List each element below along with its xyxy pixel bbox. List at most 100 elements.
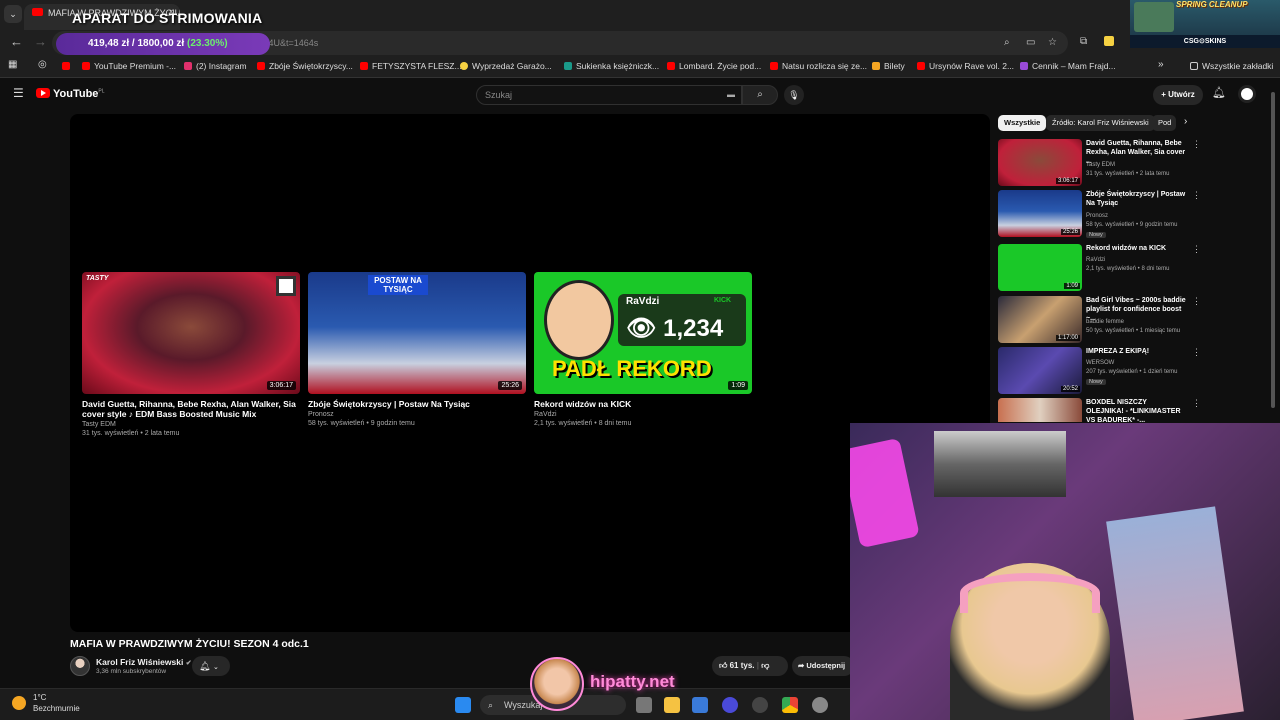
settings-gear-icon[interactable]	[812, 697, 828, 713]
related-title: Zbóje Świętokrzyscy | Postaw Na Tysiąc	[1086, 191, 1186, 207]
more-options-icon[interactable]: ⋮	[1192, 139, 1201, 150]
keyboard-icon[interactable]: ▬	[727, 86, 735, 104]
more-bookmarks-chevron-icon[interactable]: »	[1158, 59, 1164, 70]
endscreen-title: David Guetta, Rihanna, Bebe Rexha, Alan …	[82, 399, 296, 419]
related-video[interactable]: 1:09 Rekord widzów na KICK RaVdzi 2,1 ty…	[998, 244, 1208, 292]
related-video[interactable]: 3:06:17 David Guetta, Rihanna, Bebe Rexh…	[998, 139, 1208, 187]
bookmark-item[interactable]: Sukienka księżniczk...	[564, 61, 659, 71]
more-options-icon[interactable]: ⋮	[1192, 190, 1201, 201]
channel-name[interactable]: Karol Friz Wiśniewski ✔	[96, 657, 192, 667]
youtube-header: ☰ YouTubePL Szukaj ▬ ⌕ 🎙 + Utwórz 🔔︎	[0, 82, 1280, 108]
bookmark-item[interactable]: Zbóje Świętokrzyscy...	[257, 61, 353, 71]
cast-icon[interactable]: ▭	[1026, 31, 1035, 55]
related-title: Rekord widzów na KICK	[1086, 245, 1167, 252]
weather-widget[interactable]: 1°C Bezchmurnie	[12, 693, 80, 713]
endscreen-card[interactable]: RaVdzi KICK 👁︎ 1,234 PADŁ REKORD 1:09 Re…	[534, 272, 752, 427]
apps-grid-icon[interactable]: ▦	[8, 59, 17, 70]
endscreen-meta: 58 tys. wyświetleń • 9 godzin temu	[308, 420, 415, 427]
chip-next[interactable]: Pod	[1152, 115, 1176, 131]
wall-poster	[934, 431, 1066, 497]
search-button[interactable]: ⌕	[742, 85, 778, 105]
app-icon[interactable]	[722, 697, 738, 713]
bookmark-item[interactable]: Lombard. Życie pod...	[667, 61, 761, 71]
chip-all[interactable]: Wszystkie	[998, 115, 1047, 131]
thumbs-down-icon[interactable]: 👎︎	[761, 661, 769, 670]
extensions-icon[interactable]: ⧉	[1080, 36, 1087, 47]
bookmark-item[interactable]: Bilety	[872, 61, 905, 71]
notifications-bell-icon[interactable]: 🔔︎	[1212, 86, 1226, 99]
related-thumbnail: 1:09	[998, 244, 1082, 291]
donation-goal-pill: 419,48 zł / 1800,00 zł (23.30%)	[56, 33, 270, 55]
channel-avatar[interactable]	[70, 656, 90, 676]
file-explorer-icon[interactable]	[664, 697, 680, 713]
related-channel: Pronosz	[1086, 213, 1109, 219]
bookmark-item[interactable]: Ursynów Rave vol. 2...	[917, 61, 1014, 71]
bookmark-label: Bilety	[884, 61, 905, 71]
webcam-feed	[850, 423, 1280, 720]
hamburger-menu-icon[interactable]: ☰	[13, 86, 24, 100]
sponsor-artwork	[1134, 2, 1174, 32]
github-icon[interactable]: ◎	[38, 59, 47, 70]
all-bookmarks-button[interactable]: Wszystkie zakładki	[1190, 61, 1273, 71]
kick-logo-text: KICK	[714, 297, 732, 304]
windows-start-icon[interactable]	[455, 697, 471, 713]
youtube-logo[interactable]: YouTubePL	[36, 88, 105, 100]
forward-arrow-icon[interactable]: →	[34, 34, 47, 49]
chrome-icon[interactable]	[782, 697, 798, 713]
more-options-icon[interactable]: ⋮	[1192, 398, 1201, 409]
verified-badge-icon: ✔	[185, 660, 192, 667]
bookmark-item[interactable]: Cennik – Mam Frajd...	[1020, 61, 1116, 71]
bookmark-item[interactable]: Wyprzedaż Garażo...	[460, 61, 552, 71]
zoom-icon[interactable]: ⌕	[1004, 31, 1010, 55]
related-video[interactable]: 20:52 IMPREZA Z EKIPĄ! WERSOW 207 tys. w…	[998, 347, 1208, 395]
related-video[interactable]: BOXDEL NISZCZY OLEJNIKA! - *LINKIMASTER …	[998, 398, 1208, 422]
thumb-character	[544, 280, 614, 360]
bookmark-item[interactable]: (2) Instagram	[184, 61, 247, 71]
share-button[interactable]: ➦ Udostępnij	[792, 656, 854, 676]
endscreen-title: Zbóje Świętokrzyscy | Postaw Na Tysiąc	[308, 399, 470, 409]
endscreen-card[interactable]: POSTAW NA TYSIĄC 25:26 Zbóje Świętokrzys…	[308, 272, 526, 427]
account-avatar[interactable]	[1238, 85, 1256, 103]
thumb-viewer-count: 👁︎ 1,234	[626, 315, 724, 342]
duration-badge: 1:09	[728, 381, 748, 390]
bookmark-item[interactable]: YouTube Premium -...	[82, 61, 176, 71]
voice-search-button[interactable]: 🎙	[784, 85, 804, 105]
search-input[interactable]: Szukaj ▬	[476, 85, 742, 105]
bookmark-label: Natsu rozlicza się ze...	[782, 61, 868, 71]
bookmark-label: Cennik – Mam Frajd...	[1032, 61, 1116, 71]
back-arrow-icon[interactable]: ←	[10, 34, 23, 49]
more-options-icon[interactable]: ⋮	[1192, 244, 1201, 255]
related-video[interactable]: 25:26 Zbóje Świętokrzyscy | Postaw Na Ty…	[998, 190, 1208, 238]
more-options-icon[interactable]: ⋮	[1192, 296, 1201, 307]
tab-search-menu-icon[interactable]: ⌄	[4, 5, 22, 23]
subscribed-bell-button[interactable]: 🔔︎ ⌄	[192, 656, 230, 676]
thumb-headline: PADŁ REKORD	[552, 356, 712, 381]
chip-source-channel[interactable]: Źródło: Karol Friz Wiśniewski	[1046, 115, 1155, 131]
endscreen-meta: 31 tys. wyświetleń • 2 lata temu	[82, 430, 180, 437]
bookmark-star-icon[interactable]: ☆	[1048, 31, 1057, 55]
sponsor-headline: SPRING CLEANUP	[1176, 0, 1248, 9]
goal-target: 1800,00 zł	[137, 38, 185, 49]
create-button[interactable]: + Utwórz	[1153, 85, 1203, 105]
chips-next-arrow-icon[interactable]: ›	[1184, 116, 1187, 127]
store-icon[interactable]	[692, 697, 708, 713]
like-button[interactable]: 👍︎ 61 tys. | 👎︎	[712, 656, 788, 676]
youtube-icon	[257, 62, 265, 70]
task-view-icon[interactable]	[636, 697, 652, 713]
stream-overlay-title: APARAT DO STRIMOWANIA	[72, 10, 263, 26]
bookmark-item[interactable]	[62, 61, 74, 71]
more-options-icon[interactable]: ⋮	[1192, 347, 1201, 358]
instagram-icon	[184, 62, 192, 70]
app-icon[interactable]	[752, 697, 768, 713]
search-placeholder: Szukaj	[485, 90, 513, 100]
extension-icon[interactable]	[1104, 36, 1114, 46]
page-scrollbar[interactable]	[1271, 92, 1275, 408]
related-video[interactable]: 1:17:00 Bad Girl Vibes ~ 2000s baddie pl…	[998, 296, 1208, 344]
duration-badge: 20:52	[1060, 386, 1080, 392]
related-channel: baddie femme	[1086, 319, 1125, 325]
bookmark-item[interactable]: FETYSZYSTA FLESZ...	[360, 61, 462, 71]
bookmark-item[interactable]: Natsu rozlicza się ze...	[770, 61, 867, 71]
related-meta: 50 tys. wyświetleń • 1 miesiąc temu	[1086, 328, 1181, 334]
endscreen-card[interactable]: TASTY 3:06:17 David Guetta, Rihanna, Beb…	[82, 272, 300, 437]
related-thumbnail: 20:52	[998, 347, 1082, 394]
